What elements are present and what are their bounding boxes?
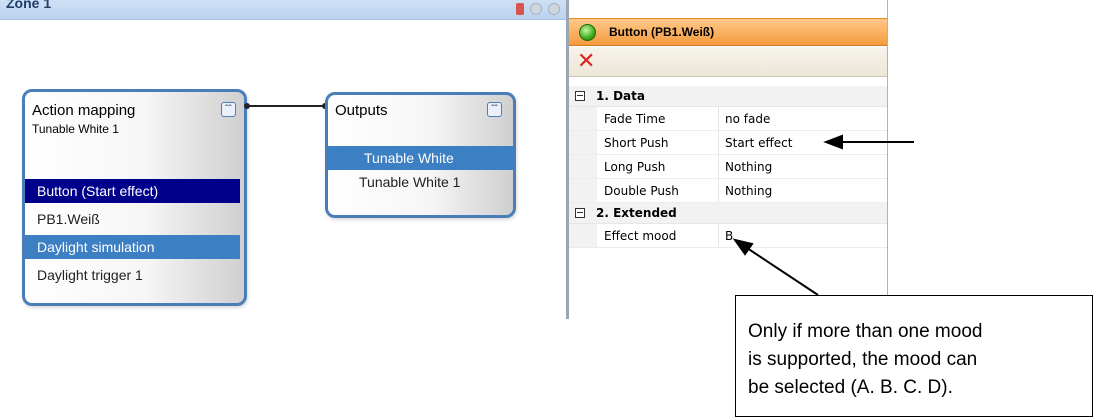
- property-double-push[interactable]: Double Push Nothing: [569, 179, 887, 203]
- action-mapping-node[interactable]: Action mapping Tunable White 1 ˆˆ Button…: [22, 89, 247, 306]
- canvas-header-icons: [516, 3, 560, 15]
- property-name: Double Push: [604, 184, 679, 198]
- node-row[interactable]: Daylight simulation: [25, 235, 240, 259]
- collapse-toggle-icon[interactable]: [575, 91, 585, 101]
- collapse-button[interactable]: ˆˆ: [221, 102, 236, 117]
- category-data[interactable]: 1. Data: [569, 86, 887, 107]
- property-name: Short Push: [604, 136, 669, 150]
- callout-line: be selected (A. B. C. D).: [748, 377, 953, 398]
- property-short-push[interactable]: Short Push Start effect: [569, 131, 887, 155]
- property-long-push[interactable]: Long Push Nothing: [569, 155, 887, 179]
- close-icon[interactable]: [548, 3, 560, 15]
- annotation-callout: Only if more than one mood is supported,…: [735, 295, 1093, 417]
- property-name: Effect mood: [604, 229, 677, 243]
- double-chevron-up-icon: ˆˆ: [491, 104, 498, 115]
- property-name: Fade Time: [604, 112, 666, 126]
- node-row[interactable]: Daylight trigger 1: [25, 263, 240, 287]
- canvas-header: Zone 1: [0, 0, 566, 20]
- node-row[interactable]: Tunable White: [328, 146, 513, 170]
- property-effect-mood[interactable]: Effect mood B: [569, 224, 887, 248]
- node-row[interactable]: Button (Start effect): [25, 179, 240, 203]
- outputs-node[interactable]: Outputs ˆˆ Tunable White Tunable White 1: [325, 92, 516, 218]
- property-panel: Button (PB1.Weiß) ✕ 1. Data Fade Time no…: [566, 0, 888, 319]
- category-extended[interactable]: 2. Extended: [569, 203, 887, 224]
- property-value[interactable]: Nothing: [725, 184, 772, 198]
- status-ok-icon: [579, 24, 596, 41]
- property-fade-time[interactable]: Fade Time no fade: [569, 107, 887, 131]
- property-value[interactable]: B: [725, 229, 733, 243]
- property-value[interactable]: Nothing: [725, 160, 772, 174]
- property-value[interactable]: Start effect: [725, 136, 792, 150]
- node-subtitle: Tunable White 1: [32, 122, 119, 136]
- panel-titlebar: Button (PB1.Weiß): [569, 18, 887, 46]
- node-row[interactable]: PB1.Weiß: [25, 207, 240, 231]
- connector-line: [247, 105, 326, 107]
- callout-line: is supported, the mood can: [748, 349, 978, 370]
- collapse-button[interactable]: ˆˆ: [487, 102, 502, 117]
- double-chevron-up-icon: ˆˆ: [225, 104, 232, 115]
- node-title: Action mapping: [32, 102, 136, 119]
- canvas-title: Zone 1: [6, 0, 52, 11]
- property-value[interactable]: no fade: [725, 112, 770, 126]
- property-name: Long Push: [604, 160, 666, 174]
- property-grid: 1. Data Fade Time no fade Short Push Sta…: [569, 86, 887, 248]
- minimize-icon[interactable]: [530, 3, 542, 15]
- delete-icon[interactable]: ✕: [577, 49, 595, 73]
- node-row[interactable]: Tunable White 1: [328, 170, 513, 194]
- panel-title: Button (PB1.Weiß): [609, 25, 715, 39]
- panel-toolbar: ✕: [569, 47, 887, 77]
- pin-icon[interactable]: [516, 3, 524, 15]
- callout-line: Only if more than one mood: [748, 321, 983, 342]
- collapse-toggle-icon[interactable]: [575, 208, 585, 218]
- node-title: Outputs: [335, 102, 388, 119]
